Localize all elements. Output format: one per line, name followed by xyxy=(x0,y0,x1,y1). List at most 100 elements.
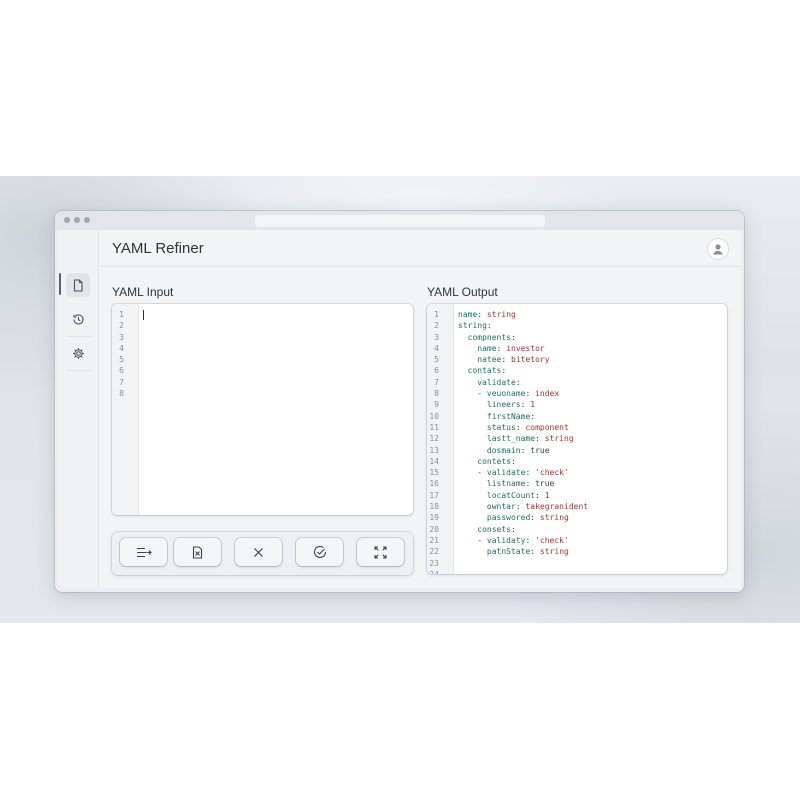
gear-icon xyxy=(72,347,84,359)
validate-button[interactable] xyxy=(296,538,343,566)
output-line-gutter: 1234567891011121314151617181920212223242… xyxy=(427,304,454,574)
yaml-key: validate xyxy=(486,468,526,478)
code-line: lastt_name: string xyxy=(486,434,574,444)
app-header: YAML Refiner xyxy=(100,230,741,267)
line-number: 8 xyxy=(434,389,439,399)
code-line: firstName: xyxy=(486,411,536,421)
code-line: lineers: 1 xyxy=(486,400,536,410)
yaml-input-editor[interactable]: 1 234 567 8 xyxy=(112,304,413,515)
yaml-value: string xyxy=(544,434,574,444)
code-line: owntar: takegranident xyxy=(486,502,589,512)
window-maximize-dot[interactable] xyxy=(84,217,90,223)
code-line: natee: bitetory xyxy=(477,355,550,365)
yaml-key: compnents xyxy=(467,332,511,342)
yaml-key: natee xyxy=(477,355,502,365)
browser-titlebar xyxy=(55,211,744,230)
yaml-output-code: name: string string: compnents: name: inv… xyxy=(458,309,588,574)
line-number: 19 xyxy=(429,513,439,523)
close-icon xyxy=(254,547,263,557)
yaml-value: 'check' xyxy=(535,535,569,545)
yaml-key: validaty xyxy=(486,535,526,545)
yaml-value: component xyxy=(525,422,569,432)
yaml-key: contets xyxy=(477,456,511,466)
yaml-key: veuoname xyxy=(486,389,526,399)
fullscreen-button[interactable] xyxy=(357,538,404,566)
line-number: 22 xyxy=(429,547,439,557)
code-line: validate: xyxy=(477,377,521,387)
code-line: name: investor xyxy=(477,343,545,353)
line-number: 3 xyxy=(119,332,124,342)
line-number: 7 xyxy=(434,377,439,387)
yaml-output-editor: 1234567891011121314151617181920212223242… xyxy=(427,304,727,574)
history-icon xyxy=(72,313,84,325)
input-panel-label: YAML Input xyxy=(112,285,174,299)
yaml-key: lastt_name xyxy=(486,434,536,444)
line-number: 9 xyxy=(434,400,439,410)
document-icon xyxy=(73,278,83,292)
yaml-key: firstName xyxy=(486,411,531,421)
yaml-value: bitetory xyxy=(511,355,550,365)
sidebar-item-history[interactable] xyxy=(66,307,90,331)
line-number: 17 xyxy=(429,490,439,500)
delete-file-button[interactable] xyxy=(174,538,221,566)
user-icon xyxy=(713,244,723,255)
line-number: 2 xyxy=(434,321,439,331)
yaml-key: contats xyxy=(467,366,502,376)
avatar[interactable] xyxy=(707,238,729,260)
line-number: 5 xyxy=(119,355,124,365)
line-number: 4 xyxy=(434,343,439,353)
yaml-key: passwored xyxy=(486,513,531,523)
line-number: 6 xyxy=(119,366,124,376)
yaml-key: status xyxy=(486,422,516,432)
yaml-value: investor xyxy=(506,343,545,353)
yaml-key: consets xyxy=(477,524,511,534)
address-bar[interactable] xyxy=(255,215,545,227)
line-number: 24 xyxy=(427,569,446,574)
yaml-value: true xyxy=(535,479,555,489)
code-line: - validaty: 'check' xyxy=(477,535,569,545)
yaml-key: owntar xyxy=(486,502,516,512)
line-number: 15 xyxy=(429,468,439,478)
line-number: 10 xyxy=(429,411,439,421)
sidebar xyxy=(59,230,99,588)
code-line: listname: true xyxy=(486,479,555,489)
yaml-key: listname xyxy=(486,479,526,489)
line-number: 1 xyxy=(119,310,124,319)
yaml-key: validate xyxy=(477,377,516,387)
page-title: YAML Refiner xyxy=(112,240,204,257)
sidebar-active-indicator xyxy=(59,273,61,295)
line-number: 8 xyxy=(119,389,124,399)
sidebar-item-settings[interactable] xyxy=(66,341,90,365)
yaml-key: name xyxy=(477,343,497,353)
line-number: 4 xyxy=(119,343,124,353)
code-line: - veuoname: index xyxy=(477,389,560,399)
sidebar-divider xyxy=(67,336,91,337)
expand-icon xyxy=(374,545,387,559)
check-circle-icon xyxy=(313,545,326,558)
yaml-key: lineers xyxy=(486,400,521,410)
clear-button[interactable] xyxy=(235,538,282,566)
yaml-value: 1 xyxy=(544,490,550,500)
code-line: string: xyxy=(458,321,492,331)
line-number: 1 xyxy=(434,310,439,319)
indent-arrow-icon xyxy=(136,547,152,557)
line-number: 14 xyxy=(429,456,439,466)
line-number: 5 xyxy=(434,355,439,365)
code-line: consets: xyxy=(477,524,516,534)
window-close-dot[interactable] xyxy=(64,217,70,223)
line-number: 21 xyxy=(429,535,439,545)
yaml-value: 'check' xyxy=(535,468,569,478)
yaml-value: index xyxy=(535,389,560,399)
sidebar-divider xyxy=(67,370,91,371)
yaml-value: string xyxy=(539,547,569,557)
sidebar-item-documents[interactable] xyxy=(66,273,90,297)
line-number: 7 xyxy=(119,377,124,387)
window-minimize-dot[interactable] xyxy=(74,217,80,223)
list-dash: - xyxy=(477,389,487,399)
input-line-gutter: 1 234 567 8 xyxy=(112,304,139,515)
yaml-key: patnState xyxy=(486,547,531,557)
format-button[interactable] xyxy=(120,538,167,566)
yaml-value: 1 xyxy=(530,400,536,410)
